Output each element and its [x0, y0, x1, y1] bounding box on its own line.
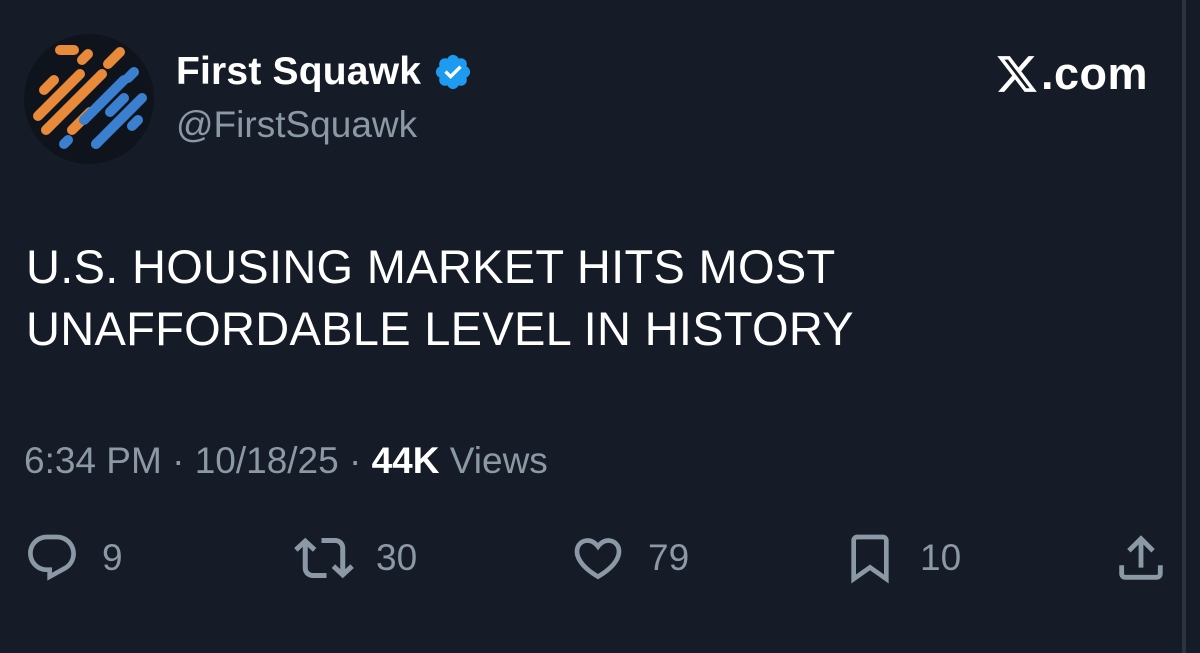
bookmark-button[interactable]: 10: [842, 528, 961, 588]
repost-icon: [294, 537, 354, 579]
author-name-row: First Squawk: [176, 46, 473, 98]
like-count: 79: [648, 537, 690, 578]
repost-count: 30: [376, 537, 418, 578]
x-brand-logo: .com: [995, 46, 1148, 102]
brand-domain-text: .com: [1040, 48, 1148, 99]
like-button[interactable]: 79: [570, 528, 689, 588]
tweet-text-line: U.S. HOUSING MARKET HITS MOST: [26, 240, 836, 293]
share-button[interactable]: [1112, 528, 1170, 588]
reply-count: 9: [102, 537, 123, 578]
tweet-meta: 6:34 PM · 10/18/25 · 44K Views: [24, 440, 548, 482]
action-bar: 9 30 79 10: [0, 528, 1200, 588]
views-count[interactable]: 44K: [372, 440, 440, 481]
first-squawk-logo-icon: [24, 34, 154, 164]
x-logo-icon: [997, 56, 1037, 92]
reply-icon: [28, 534, 76, 581]
share-icon: [1119, 535, 1163, 580]
meta-separator: ·: [161, 440, 195, 481]
bookmark-icon: [851, 534, 889, 584]
author-display-name[interactable]: First Squawk: [176, 50, 421, 94]
meta-separator: ·: [338, 440, 372, 481]
views-label[interactable]: Views: [440, 440, 548, 481]
repost-button[interactable]: 30: [294, 528, 417, 588]
verified-badge-icon[interactable]: [433, 52, 473, 92]
bookmark-count: 10: [920, 537, 962, 578]
tweet-date[interactable]: 10/18/25: [195, 440, 339, 481]
tweet-text-line: UNAFFORDABLE LEVEL IN HISTORY: [26, 302, 854, 355]
tweet-text: U.S. HOUSING MARKET HITS MOST UNAFFORDAB…: [26, 236, 926, 360]
heart-icon: [574, 538, 622, 580]
author-handle[interactable]: @FirstSquawk: [176, 104, 417, 146]
reply-button[interactable]: 9: [24, 528, 123, 588]
tweet-time[interactable]: 6:34 PM: [24, 440, 162, 481]
avatar[interactable]: [24, 34, 154, 164]
